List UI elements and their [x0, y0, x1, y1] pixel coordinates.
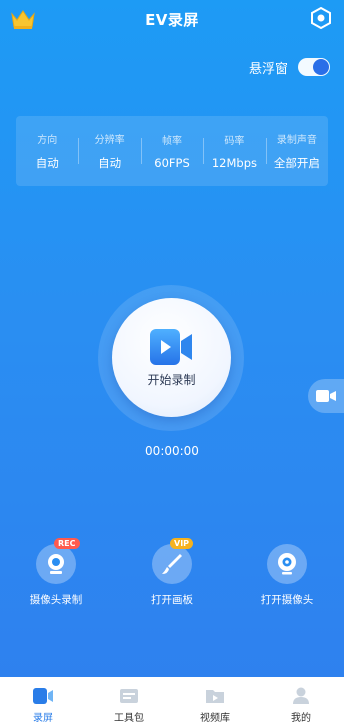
toggle-knob: [313, 59, 329, 75]
tab-toolkit[interactable]: 工具包: [86, 677, 172, 727]
setting-framerate[interactable]: 帧率 60FPS: [140, 116, 203, 186]
setting-value: 60FPS: [154, 156, 190, 170]
tab-label: 我的: [291, 713, 311, 724]
settings-icon[interactable]: [310, 7, 332, 29]
tab-label: 视频库: [200, 713, 230, 724]
tool-circle: VIP: [152, 538, 194, 584]
setting-bitrate[interactable]: 码率 12Mbps: [203, 116, 265, 186]
setting-label: 码率: [224, 136, 245, 147]
top-bar: EV录屏: [0, 0, 344, 40]
tab-video-library[interactable]: 视频库: [172, 677, 258, 727]
app-title: EV录屏: [145, 11, 199, 29]
setting-value: 全部开启: [273, 156, 320, 170]
tool-circle: REC: [36, 538, 80, 584]
setting-label: 方向: [37, 135, 58, 146]
camera-icon: [316, 390, 336, 402]
camera-icon: [48, 554, 64, 574]
tool-label: 摄像头录制: [29, 594, 83, 606]
setting-value: 自动: [98, 156, 122, 170]
user-icon: [293, 687, 309, 704]
setting-orientation[interactable]: 方向 自动: [16, 116, 78, 186]
side-camera-tab[interactable]: [308, 379, 344, 413]
tab-record[interactable]: 录屏: [0, 677, 86, 727]
setting-label: 分辨率: [94, 135, 125, 146]
start-record-label: 开始录制: [147, 373, 196, 387]
tab-profile[interactable]: 我的: [258, 677, 344, 727]
webcam-icon: [278, 553, 296, 575]
setting-label: 帧率: [162, 136, 183, 147]
setting-value: 12Mbps: [211, 156, 257, 170]
floating-window-label: 悬浮窗: [248, 61, 288, 77]
bottom-tab-bar: 录屏 工具包 视频库 我的: [0, 677, 344, 727]
drawing-board-tool[interactable]: VIP 打开画板: [127, 538, 217, 607]
setting-label: 录制声音: [276, 135, 317, 146]
floating-window-row: 悬浮窗: [249, 57, 330, 77]
tab-label: 录屏: [33, 713, 53, 724]
tool-label: 打开画板: [151, 594, 193, 606]
brush-icon: [162, 554, 182, 574]
record-settings-card: 方向 自动 分辨率 自动 帧率 60FPS 码率 12Mbps 录制声音 全部开…: [16, 116, 328, 186]
vip-badge: VIP: [170, 538, 194, 549]
video-camera-icon: [150, 329, 192, 365]
setting-resolution[interactable]: 分辨率 自动: [78, 116, 140, 186]
open-camera-tool[interactable]: 打开摄像头: [242, 540, 332, 607]
tool-circle: [267, 544, 307, 584]
toolkit-icon: [120, 689, 138, 703]
record-timer: 00:00:00: [145, 444, 199, 458]
floating-window-toggle[interactable]: [298, 58, 330, 76]
tool-label: 打开摄像头: [260, 594, 314, 606]
rec-badge: REC: [54, 538, 80, 549]
setting-audio[interactable]: 录制声音 全部开启: [265, 116, 328, 186]
quick-tools: REC 摄像头录制 VIP 打开画板 打开摄像头: [0, 538, 344, 610]
setting-value: 自动: [35, 156, 59, 170]
tab-label: 工具包: [114, 713, 144, 724]
record-icon: [33, 688, 53, 704]
camera-record-tool[interactable]: REC 摄像头录制: [11, 538, 101, 607]
start-record-button[interactable]: 开始录制: [112, 298, 231, 417]
folder-icon: [206, 690, 224, 703]
